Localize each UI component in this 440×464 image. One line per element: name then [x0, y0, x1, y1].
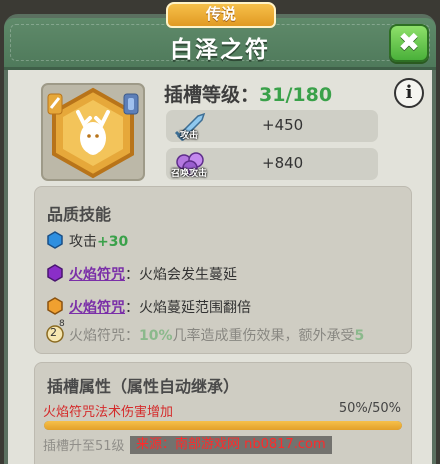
skill-desc: 火焰会发生蔓延 [139, 267, 237, 283]
slot-level-label: 插槽等级： [164, 84, 260, 106]
page-title: 白泽之符 [170, 37, 270, 63]
skill-sep: ： [125, 300, 139, 316]
stat-icon-label: 召唤攻击 [170, 169, 207, 179]
skill-name-link[interactable]: 火焰符咒 [69, 267, 125, 283]
stat-icon-label: 攻击 [179, 131, 198, 141]
stat-value: +450 [262, 116, 304, 134]
stat-row-attack: 攻击 +450 [166, 110, 378, 142]
source-watermark: 来源：南部游戏网 nb0817.com [130, 436, 332, 454]
blue-gem-icon [47, 231, 63, 249]
purple-gem-icon [47, 264, 63, 282]
stat-row-summon-attack: 召唤攻击 +840 [166, 148, 378, 180]
info-button[interactable]: i [394, 78, 424, 108]
stat-value: +840 [262, 154, 304, 172]
orange-gem-icon [47, 297, 63, 315]
locked-skill-text: 火焰符咒：10%几率造成重伤效果，额外承受5 [69, 328, 365, 344]
rank-badge-number: 2 [50, 326, 57, 339]
close-button[interactable]: ✖ [389, 24, 429, 62]
slot-progress-fill [44, 421, 402, 430]
quality-skills-panel: 品质技能 攻击+30 火焰符咒：火焰会发生蔓延 火焰符咒：火焰蔓延范围翻倍 2 … [34, 186, 412, 354]
quality-skills-title: 品质技能 [47, 205, 112, 224]
rank-badge-sup: 8 [59, 319, 65, 329]
slot-attributes-title: 插槽属性（属性自动继承） [47, 377, 240, 396]
rarity-tab: 传说 [166, 2, 276, 28]
skill-prefix: 攻击 [69, 234, 97, 250]
skill-desc: 火焰蔓延范围翻倍 [139, 300, 251, 316]
slot-next-level-text: 插槽升至51级 [43, 439, 125, 454]
slot-level-value: 31/180 [259, 84, 333, 106]
item-icon [40, 82, 146, 182]
skill-sep: ： [125, 267, 139, 283]
slot-effect-text: 火焰符咒法术伤害增加 [43, 405, 174, 420]
slot-level: 插槽等级：31/180 [164, 80, 332, 107]
skill-name-link[interactable]: 火焰符咒 [69, 300, 125, 316]
baize-talisman-icon [41, 83, 145, 181]
skill-bonus: +30 [97, 234, 129, 250]
slot-progress-bar [44, 421, 402, 430]
info-icon: i [405, 82, 413, 103]
close-icon: ✖ [398, 28, 420, 58]
slot-progress-text: 50%/50% [338, 401, 401, 416]
